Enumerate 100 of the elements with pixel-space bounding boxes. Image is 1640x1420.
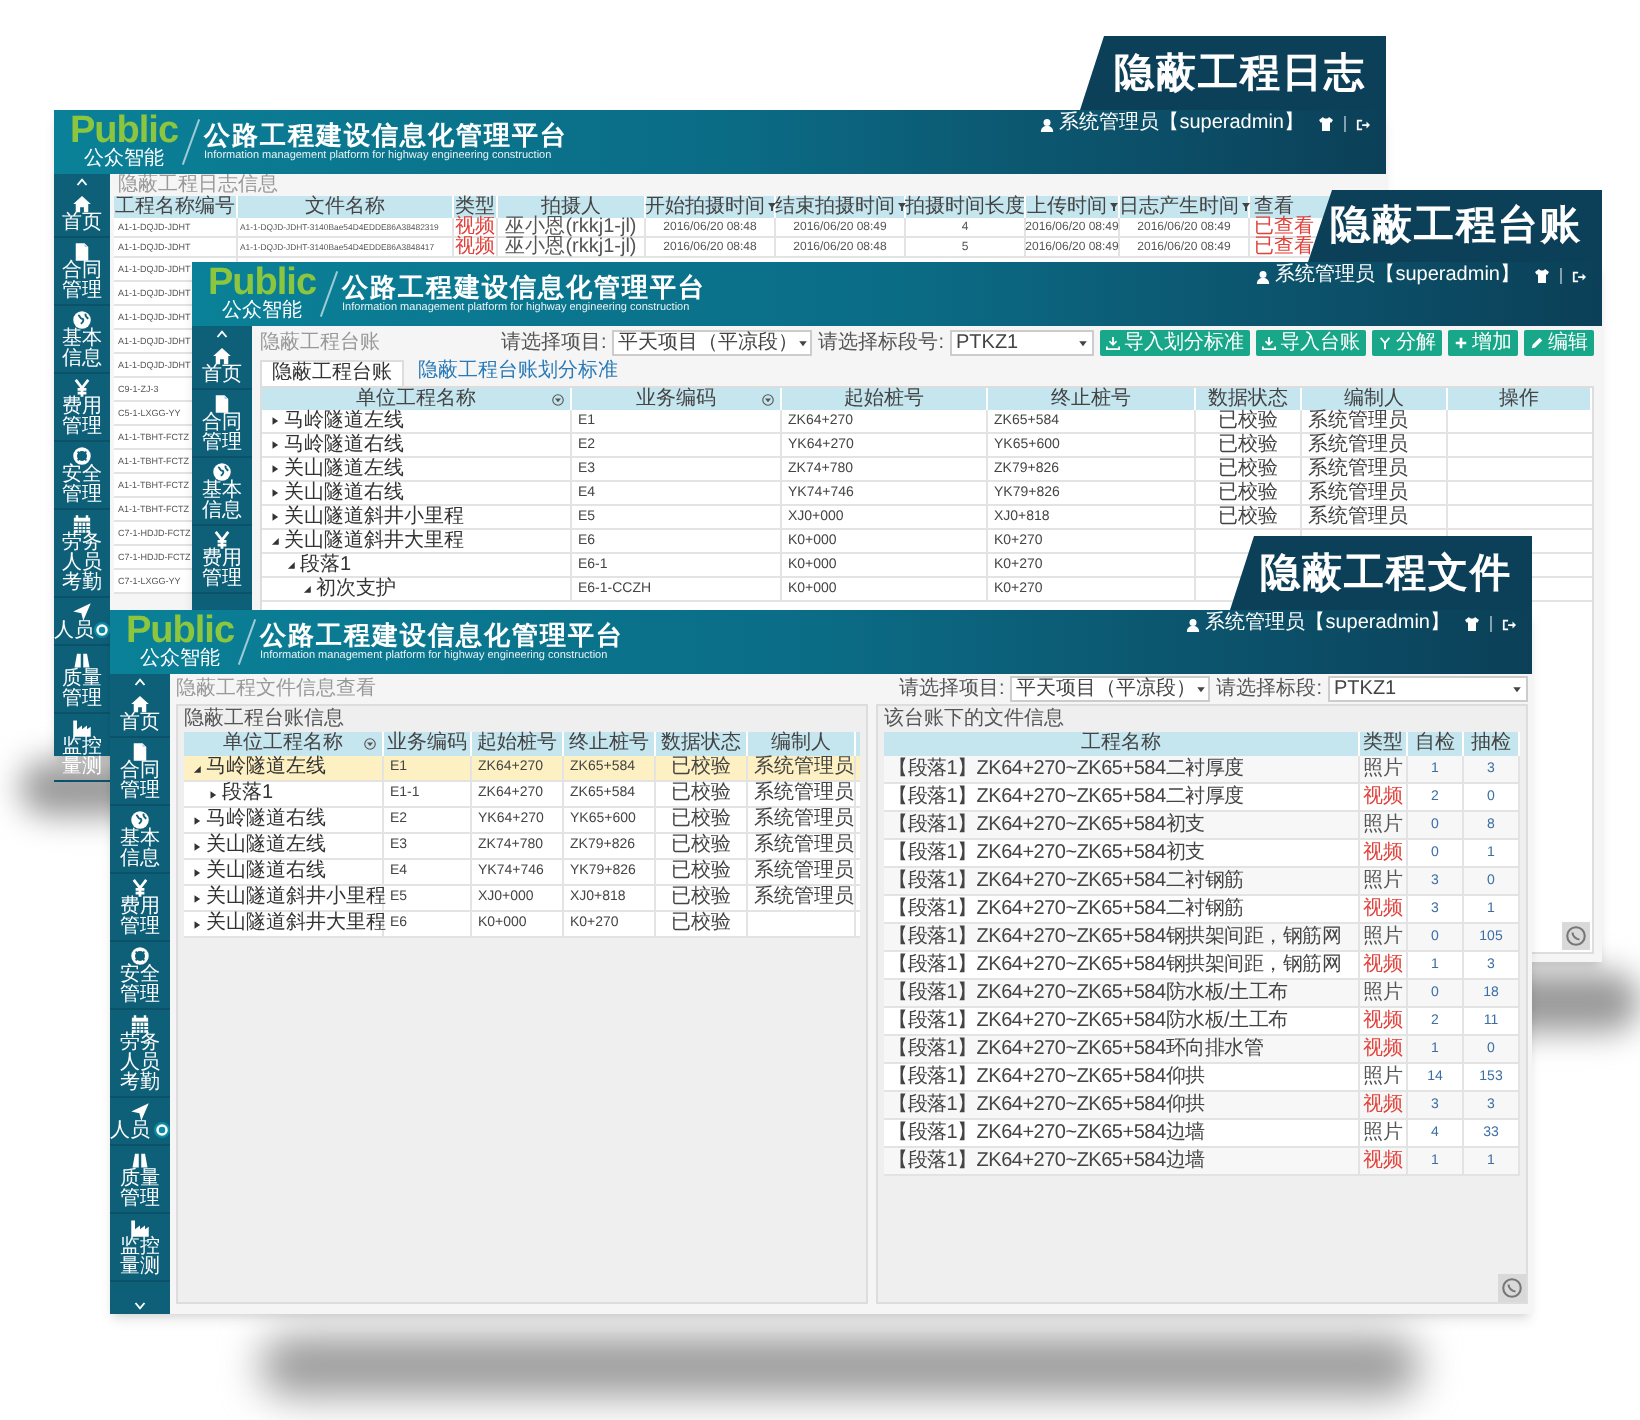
user-name: 系统管理员【superadmin】 <box>1059 114 1304 134</box>
yen-icon <box>212 530 232 550</box>
phone-icon[interactable] <box>1498 1274 1526 1302</box>
table-cell: 系统管理员 <box>754 784 854 804</box>
sort-icon[interactable] <box>762 393 774 405</box>
sidebar-item[interactable]: 费用管理 <box>54 374 110 442</box>
plus-icon <box>1454 336 1468 350</box>
tab[interactable]: 隐蔽工程台账划分标准 <box>408 360 628 386</box>
sidebar-item[interactable]: 合同管理 <box>192 390 252 458</box>
caret-icon[interactable] <box>192 763 202 773</box>
caret-icon <box>798 338 809 348</box>
table-cell: 【段落1】ZK64+270~ZK65+584二衬钢筋 <box>888 898 1244 920</box>
shirt-icon[interactable] <box>1318 116 1334 132</box>
filter-icon[interactable] <box>1109 202 1117 212</box>
section-select[interactable]: PTKZ1 <box>1328 676 1528 702</box>
filter-icon[interactable] <box>1241 202 1249 212</box>
pencil-icon <box>1530 336 1544 350</box>
project-select[interactable]: 平天项目（平凉段） <box>612 330 813 356</box>
sidebar-item[interactable]: 监控量测 <box>110 1214 170 1282</box>
panel-title: 隐蔽工程台账信息 <box>184 706 346 731</box>
chevron-down-icon[interactable] <box>132 1300 148 1312</box>
caret-icon[interactable] <box>192 893 202 903</box>
sidebar-item[interactable]: 基本信息 <box>110 806 170 874</box>
caret-icon[interactable] <box>192 841 202 851</box>
yen-icon <box>130 878 150 898</box>
table-cell: 【段落1】ZK64+270~ZK65+584初支 <box>888 814 1205 836</box>
view-link[interactable]: 已查看 <box>1254 218 1314 238</box>
filter-label: 请选择标段: <box>1216 679 1322 699</box>
sidebar-item[interactable]: 安全管理 <box>110 942 170 1010</box>
caret-icon[interactable] <box>192 919 202 929</box>
table-cell: 已校验 <box>671 862 731 882</box>
column-header: 终止桩号 <box>1051 389 1131 409</box>
table-cell: 系统管理员 <box>1308 435 1408 455</box>
sidebar-item[interactable]: 人员 <box>110 1098 170 1146</box>
table-cell: 视频 <box>1363 955 1403 975</box>
sidebar-item[interactable]: 费用管理 <box>110 874 170 942</box>
logo-text: Public <box>208 266 317 302</box>
tree-node-label: 关山隧道斜井小里程 <box>284 507 464 527</box>
section-select[interactable]: PTKZ1 <box>950 330 1094 356</box>
shirt-icon[interactable] <box>1534 268 1550 284</box>
table-cell: 已校验 <box>1218 459 1278 479</box>
chevron-up-icon[interactable] <box>132 676 148 688</box>
column-header: 类型 <box>1363 734 1403 754</box>
column-header: 编制人 <box>1344 389 1404 409</box>
sidebar-item[interactable]: 劳务人员考勤 <box>54 510 110 598</box>
app-title: 公路工程建设信息化管理平台 <box>260 620 625 650</box>
caret-icon <box>1078 338 1088 348</box>
chevron-up-icon[interactable] <box>74 176 90 188</box>
sidebar-item[interactable]: 首页 <box>192 342 252 390</box>
settings-icon[interactable] <box>154 1122 170 1138</box>
project-select[interactable]: 平天项目（平凉段） <box>1010 676 1211 702</box>
sidebar-item[interactable]: 质量管理 <box>110 1146 170 1214</box>
chevron-up-icon[interactable] <box>214 328 230 340</box>
sidebar-item[interactable]: 首页 <box>110 690 170 738</box>
filter-icon[interactable] <box>897 202 905 212</box>
filter-icon[interactable] <box>767 202 775 212</box>
settings-icon[interactable] <box>94 622 110 638</box>
column-header: 查看 <box>1254 197 1294 217</box>
tree-node-label: 关山隧道斜井大里程 <box>206 914 386 934</box>
sidebar-item[interactable]: 合同管理 <box>54 238 110 306</box>
sort-icon[interactable] <box>552 393 564 405</box>
shirt-icon[interactable] <box>1464 616 1480 632</box>
home-icon <box>212 346 232 366</box>
sidebar-item[interactable]: 劳务人员考勤 <box>110 1010 170 1098</box>
table-cell: 照片 <box>1363 815 1403 835</box>
column-header: 工程名称 <box>1081 734 1161 754</box>
tree-node-label: 马岭隧道右线 <box>206 810 326 830</box>
logout-icon[interactable] <box>1356 117 1370 131</box>
logout-icon[interactable] <box>1572 269 1586 283</box>
logout-icon[interactable] <box>1502 617 1516 631</box>
sidebar-item[interactable]: 基本信息 <box>192 458 252 526</box>
tree-node-label: 马岭隧道右线 <box>284 435 404 455</box>
phone-icon[interactable] <box>1562 922 1590 950</box>
table-cell: 照片 <box>1363 927 1403 947</box>
table-cell: 系统管理员 <box>754 810 854 830</box>
tree-node-label: 关山隧道右线 <box>284 483 404 503</box>
column-header: 开始拍摄时间 <box>645 197 765 217</box>
tree-node-label: 关山隧道左线 <box>206 836 326 856</box>
caret-icon[interactable] <box>302 584 312 594</box>
lifebuoy-icon <box>72 446 92 466</box>
sidebar-item[interactable]: 费用管理 <box>192 526 252 594</box>
caret-icon[interactable] <box>192 867 202 877</box>
tree-node-label: 关山隧道斜井大里程 <box>284 531 464 551</box>
table-cell: 系统管理员 <box>1308 483 1408 503</box>
caret-icon[interactable] <box>192 815 202 825</box>
column-header: 抽检 <box>1471 734 1511 754</box>
view-link[interactable]: 已查看 <box>1254 238 1314 258</box>
tab[interactable]: 隐蔽工程台账 <box>260 360 404 386</box>
tree-node-label: 初次支护 <box>316 579 396 599</box>
sidebar-item[interactable]: 基本信息 <box>54 306 110 374</box>
caret-icon[interactable] <box>208 789 218 799</box>
table-cell: 【段落1】ZK64+270~ZK65+584边墙 <box>888 1150 1205 1172</box>
sort-icon[interactable] <box>364 738 376 750</box>
column-header: 工程名称编号 <box>115 197 235 217</box>
table-cell: 【段落1】ZK64+270~ZK65+584边墙 <box>888 1122 1205 1144</box>
sidebar-item[interactable]: 合同管理 <box>110 738 170 806</box>
sidebar-item[interactable]: 首页 <box>54 190 110 238</box>
table-cell: 已校验 <box>671 914 731 934</box>
table-cell: 视频 <box>455 218 495 238</box>
sidebar-item[interactable]: 安全管理 <box>54 442 110 510</box>
